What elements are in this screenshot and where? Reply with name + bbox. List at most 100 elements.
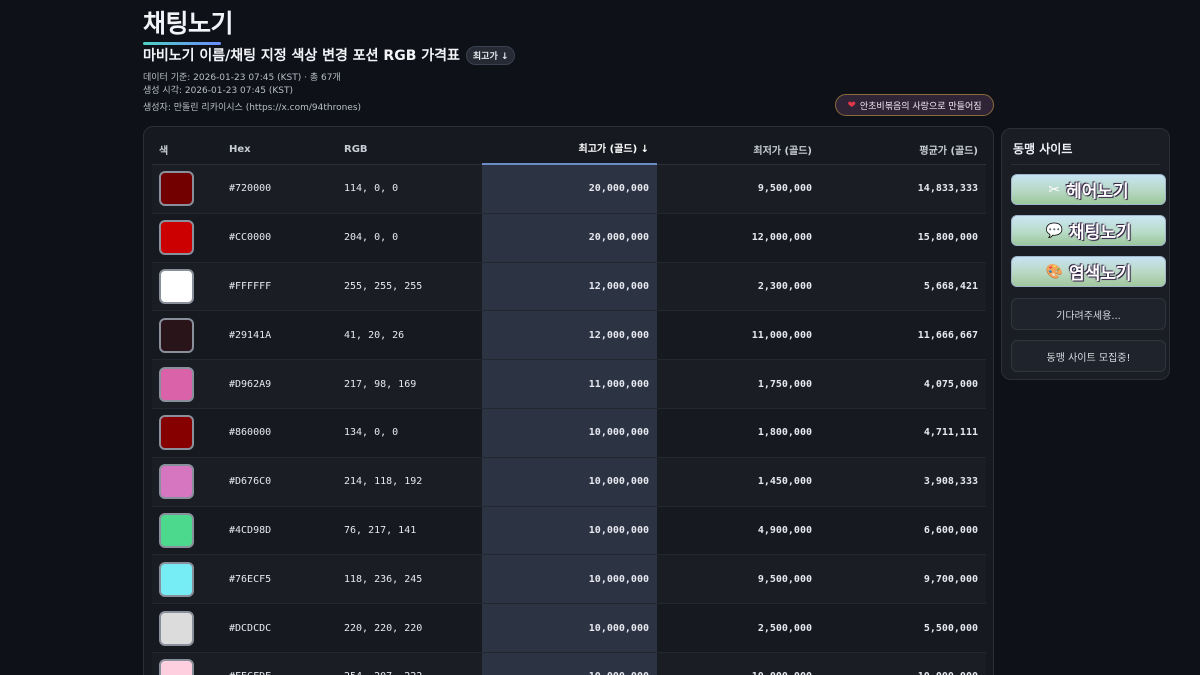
hex-cell: #CC0000 — [229, 232, 272, 244]
min-price-cell: 1,800,000 — [757, 427, 812, 439]
max-price-cell: 20,000,000 — [482, 213, 657, 262]
header-max-price[interactable]: 최고가 (골드) ↓ — [482, 135, 657, 165]
banner-label: 헤어노기 — [1066, 182, 1129, 202]
rgb-cell: 204, 0, 0 — [344, 232, 399, 244]
swatch-cell — [152, 610, 222, 646]
avg-price-cell: 14,833,333 — [917, 183, 978, 195]
hex-cell: #76ECF5 — [229, 573, 272, 585]
chat-nogi-banner[interactable]: 💬 채팅노기 — [1011, 215, 1166, 246]
table-body: #720000 114, 0, 0 20,000,000 9,500,000 14,83… — [152, 165, 986, 675]
rgb-cell: 254, 207, 222 — [338, 671, 482, 675]
min-price-cell: 11,000,000 — [751, 329, 812, 341]
heart-icon: ❤ — [847, 99, 856, 111]
hex-cell: #D962A9 — [229, 378, 272, 390]
table-row: #DCDCDC 220, 220, 220 10,000,000 2,500,000 5… — [152, 604, 986, 653]
avg-price-cell: 11,666,667 — [917, 329, 978, 341]
price-table-card: 색 Hex RGB 최고가 (골드) ↓ 최저가 (골드) 평균가 (골드) #… — [143, 126, 994, 675]
rgb-cell: 76, 217, 141 — [344, 524, 417, 536]
table-row: #76ECF5 118, 236, 245 10,000,000 9,500,000 9… — [152, 555, 986, 605]
recruit-alliance-button[interactable]: 동맹 사이트 모집중! — [1011, 340, 1166, 372]
swatch-cell — [152, 171, 222, 207]
avg-price-cell: 6,600,000 — [923, 524, 978, 536]
header-min-price[interactable]: 최저가 (골드) — [657, 142, 822, 157]
rgb-cell: 217, 98, 169 — [344, 378, 417, 390]
swatch-cell — [152, 317, 222, 353]
generated-at: 생성 시각: 2026-01-23 07:45 (KST) — [143, 86, 293, 96]
rgb-cell: 41, 20, 26 — [344, 329, 405, 341]
color-swatch[interactable] — [159, 268, 194, 304]
site-title[interactable]: 채팅노기 — [143, 4, 234, 45]
credit-badge-label: 안초비볶음의 사랑으로 만들어짐 — [859, 101, 982, 112]
avg-price-cell: 4,711,111 — [923, 427, 978, 439]
rgb-cell: 220, 220, 220 — [344, 622, 423, 634]
author-credit[interactable]: 생성자: 만돌린 리카이시스 (https://x.com/94thrones) — [143, 100, 361, 113]
color-swatch[interactable] — [159, 464, 194, 500]
min-price-cell: 1,450,000 — [757, 476, 812, 488]
table-row: #FECFDE254, 207, 22210,000,00010,000,000… — [152, 652, 986, 675]
swatch-cell — [152, 268, 222, 304]
hex-cell: #720000 — [229, 183, 272, 195]
alliance-sites-panel: 동맹 사이트 ✂ 헤어노기 💬 채팅노기 🎨 염색노기 기다려주세용... 동맹… — [1001, 128, 1170, 380]
table-header: 색 Hex RGB 최고가 (골드) ↓ 최저가 (골드) 평균가 (골드) — [152, 135, 986, 165]
divider — [1011, 164, 1160, 165]
coming-soon-button[interactable]: 기다려주세용... — [1011, 298, 1166, 330]
min-price-cell: 2,500,000 — [757, 622, 812, 634]
swatch-cell — [152, 659, 222, 675]
min-price-cell: 9,500,000 — [757, 183, 812, 195]
hex-cell: #DCDCDC — [229, 622, 272, 634]
color-swatch[interactable] — [159, 610, 194, 646]
color-swatch[interactable] — [159, 220, 194, 256]
rgb-cell: 118, 236, 245 — [344, 573, 423, 585]
max-price-cell: 10,000,000 — [482, 604, 657, 652]
table-row: #4CD98D 76, 217, 141 10,000,000 4,900,000 6,… — [152, 506, 986, 556]
min-price-cell: 10,000,000 — [657, 671, 822, 675]
swatch-cell — [152, 512, 222, 548]
color-swatch[interactable] — [159, 366, 194, 402]
color-swatch[interactable] — [159, 561, 194, 597]
hair-nogi-banner[interactable]: ✂ 헤어노기 — [1011, 174, 1166, 205]
table-row: #860000 134, 0, 0 10,000,000 1,800,000 4,711… — [152, 408, 986, 458]
chat-bubble-icon: 💬 — [1045, 222, 1063, 239]
page-title: 마비노기 이름/채팅 지정 색상 변경 포션 RGB 가격표 최고가 ↓ — [143, 45, 516, 65]
hex-cell: #4CD98D — [229, 524, 272, 536]
banner-label: 채팅노기 — [1068, 223, 1132, 243]
color-swatch[interactable] — [159, 659, 194, 675]
header-rgb[interactable]: RGB — [338, 144, 482, 155]
hex-cell: #FFFFFF — [229, 280, 272, 292]
hex-cell: #D676C0 — [229, 476, 272, 488]
min-price-cell: 12,000,000 — [751, 232, 812, 244]
page-title-text: 마비노기 이름/채팅 지정 색상 변경 포션 RGB 가격표 — [143, 48, 460, 64]
banner-label: 염색노기 — [1068, 264, 1132, 284]
header-avg-price[interactable]: 평균가 (골드) — [822, 142, 986, 157]
table-row: #29141A 41, 20, 26 12,000,000 11,000,000 11,… — [152, 311, 986, 361]
alliance-sites-title: 동맹 사이트 — [1013, 142, 1073, 156]
avg-price-cell: 5,500,000 — [923, 622, 978, 634]
hex-cell: #29141A — [229, 329, 272, 341]
avg-price-cell: 4,075,000 — [923, 378, 978, 390]
header-hex[interactable]: Hex — [222, 144, 338, 155]
header-color[interactable]: 색 — [152, 142, 222, 157]
table-row: #D676C0 214, 118, 192 10,000,000 1,450,000 3… — [152, 457, 986, 507]
color-swatch[interactable] — [159, 317, 194, 353]
color-swatch[interactable] — [159, 512, 194, 548]
color-swatch[interactable] — [159, 415, 194, 451]
avg-price-cell: 5,668,421 — [923, 280, 978, 292]
rgb-cell: 114, 0, 0 — [344, 183, 399, 195]
avg-price-cell: 9,700,000 — [923, 573, 978, 585]
sort-chip: 최고가 ↓ — [465, 45, 516, 65]
swatch-cell — [152, 464, 222, 500]
table-row: #720000 114, 0, 0 20,000,000 9,500,000 14,83… — [152, 165, 986, 214]
max-price-cell: 12,000,000 — [482, 262, 657, 311]
rgb-cell: 134, 0, 0 — [344, 427, 399, 439]
data-basis: 데이터 기준: 2026-01-23 07:45 (KST) · 총 67개 — [143, 73, 341, 83]
max-price-cell: 10,000,000 — [482, 555, 657, 604]
hex-cell: #FECFDE — [222, 671, 338, 675]
min-price-cell: 2,300,000 — [757, 280, 812, 292]
color-swatch[interactable] — [159, 171, 194, 207]
table-row: #FFFFFF 255, 255, 255 12,000,000 2,300,000 5… — [152, 262, 986, 312]
max-price-cell: 12,000,000 — [482, 311, 657, 360]
dye-nogi-banner[interactable]: 🎨 염색노기 — [1011, 256, 1166, 287]
dye-pot-icon: 🎨 — [1045, 263, 1063, 280]
max-price-cell: 11,000,000 — [482, 360, 657, 408]
max-price-cell: 20,000,000 — [482, 165, 657, 213]
